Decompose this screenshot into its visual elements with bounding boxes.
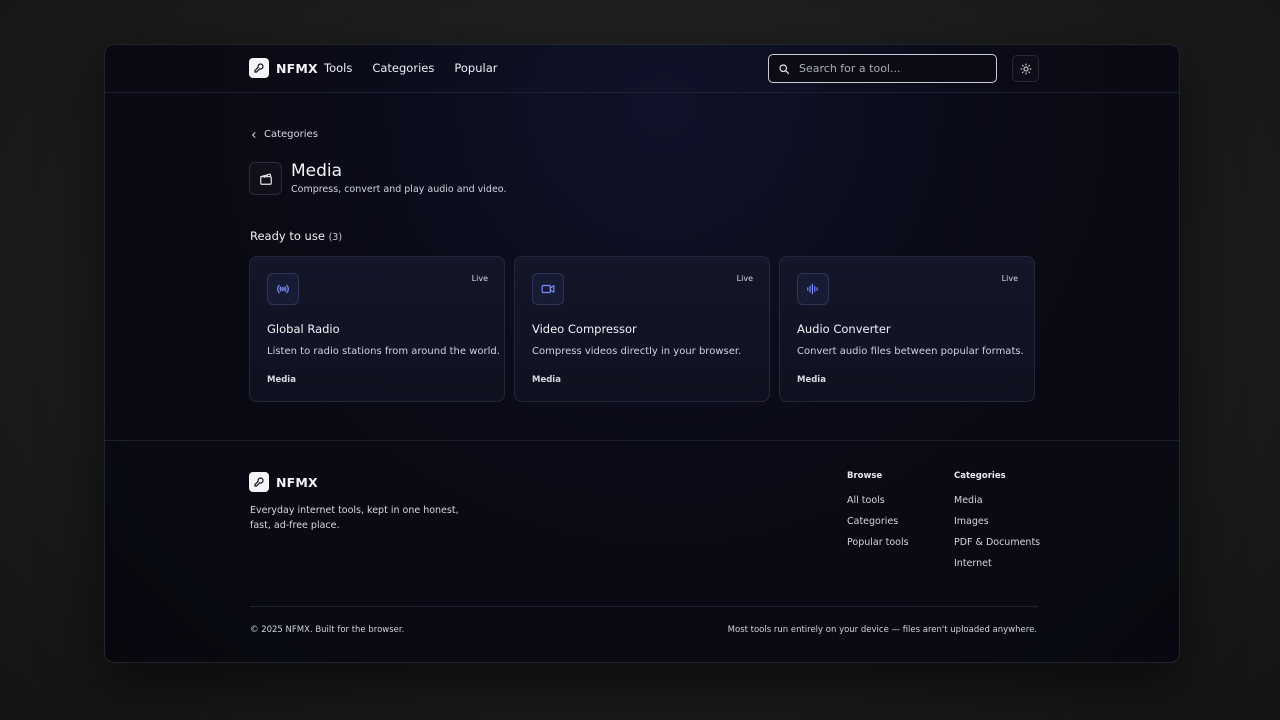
privacy-note: Most tools run entirely on your device —… [727, 625, 1037, 635]
app-window: NFMX Tools Categories Popular Categories… [104, 44, 1180, 663]
nav-tools[interactable]: Tools [324, 61, 352, 75]
wrench-icon [249, 58, 269, 78]
tool-category: Media [267, 375, 296, 385]
section-heading: Ready to use (3) [250, 229, 342, 243]
tool-card-audio-converter[interactable]: Live Audio Converter Convert audio files… [779, 256, 1035, 402]
status-badge: Live [471, 274, 488, 283]
footer-divider [105, 440, 1179, 441]
video-camera-icon [532, 273, 564, 305]
back-to-categories-link[interactable]: Categories [250, 129, 318, 140]
tool-description: Listen to radio stations from around the… [267, 346, 500, 357]
section-count: (3) [328, 232, 343, 243]
section-title: Ready to use [250, 229, 325, 243]
theme-toggle-button[interactable] [1012, 55, 1039, 82]
tool-category: Media [797, 375, 826, 385]
tool-title: Video Compressor [532, 322, 637, 336]
footer-link-popular-tools[interactable]: Popular tools [847, 537, 909, 548]
footer-link-images[interactable]: Images [954, 516, 1040, 527]
tool-card-video-compressor[interactable]: Live Video Compressor Compress videos di… [514, 256, 770, 402]
sun-icon [1020, 63, 1032, 75]
radio-icon [267, 273, 299, 305]
tool-card-global-radio[interactable]: Live Global Radio Listen to radio statio… [249, 256, 505, 402]
footer-browse-heading: Browse [847, 471, 883, 481]
search-icon [778, 63, 790, 75]
tool-description: Convert audio files between popular form… [797, 346, 1024, 357]
back-label: Categories [264, 129, 318, 140]
tool-category: Media [532, 375, 561, 385]
footer-categories-column: Categories Media Images PDF & Documents … [954, 471, 1040, 579]
search-box [768, 54, 997, 83]
footer-link-media[interactable]: Media [954, 495, 1040, 506]
status-badge: Live [736, 274, 753, 283]
brand-logo[interactable]: NFMX [249, 58, 318, 78]
tool-card-list: Live Global Radio Listen to radio statio… [249, 256, 1035, 402]
footer-link-all-tools[interactable]: All tools [847, 495, 909, 506]
nav-categories[interactable]: Categories [372, 61, 434, 75]
brand-name: NFMX [276, 60, 318, 76]
tool-title: Audio Converter [797, 322, 891, 336]
clapperboard-icon [249, 162, 282, 195]
footer-link-pdf-documents[interactable]: PDF & Documents [954, 537, 1040, 548]
wrench-icon [249, 472, 269, 492]
audio-waveform-icon [797, 273, 829, 305]
footer-description: Everyday internet tools, kept in one hon… [250, 505, 459, 531]
page-description: Compress, convert and play audio and vid… [291, 184, 507, 195]
copyright-text: © 2025 NFMX. Built for the browser. [250, 625, 405, 635]
chevron-left-icon [250, 131, 258, 139]
tool-description: Compress videos directly in your browser… [532, 346, 742, 357]
footer-brand-name: NFMX [276, 474, 318, 490]
nav-popular[interactable]: Popular [454, 61, 497, 75]
footer-link-internet[interactable]: Internet [954, 558, 1040, 569]
footer-categories-heading: Categories [954, 471, 1006, 481]
tool-title: Global Radio [267, 322, 340, 336]
footer-brand-logo[interactable]: NFMX [249, 472, 318, 492]
search-input[interactable] [797, 61, 991, 76]
footer-browse-column: Browse All tools Categories Popular tool… [847, 471, 909, 558]
footer-link-categories[interactable]: Categories [847, 516, 909, 527]
status-badge: Live [1001, 274, 1018, 283]
page-title: Media [291, 161, 343, 181]
main-nav: Tools Categories Popular [324, 61, 497, 75]
top-navbar: NFMX Tools Categories Popular [105, 45, 1179, 93]
footer-bottom-divider [250, 606, 1038, 607]
